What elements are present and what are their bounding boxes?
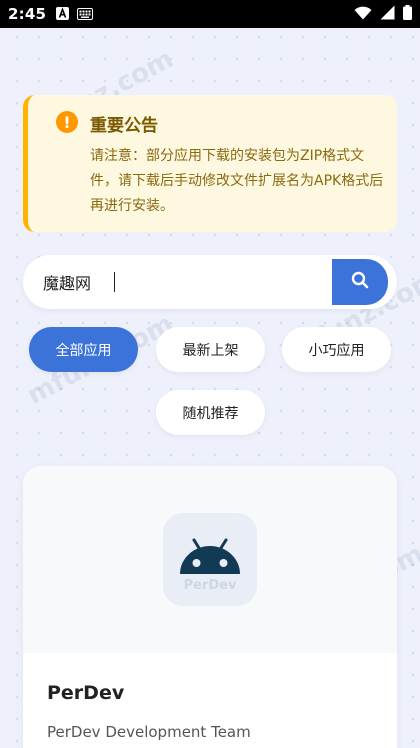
status-left-icons <box>56 5 94 24</box>
search-bar <box>23 255 397 309</box>
filter-newest-button[interactable]: 最新上架 <box>156 327 265 372</box>
announcement-body: 请注意：部分应用下载的安装包为ZIP格式文件，请下载后手动修改文件扩展名为APK… <box>90 148 384 214</box>
app-name: PerDev <box>47 682 125 704</box>
wifi-icon <box>354 5 372 24</box>
svg-text:PerDev: PerDev <box>184 578 237 593</box>
signal-icon <box>380 5 395 24</box>
filter-random-button[interactable]: 随机推荐 <box>156 390 265 435</box>
status-bar: 2:45 <box>0 0 420 28</box>
search-icon <box>351 271 369 293</box>
announcement-card: ! 重要公告 请注意：部分应用下载的安装包为ZIP格式文件，请下载后手动修改文件… <box>23 95 397 232</box>
filter-small-apps-button[interactable]: 小巧应用 <box>282 327 391 372</box>
filter-all-apps-button[interactable]: 全部应用 <box>29 327 138 372</box>
app-card[interactable]: PerDev PerDev PerDev Development Team <box>23 466 397 748</box>
search-input[interactable] <box>23 255 333 309</box>
app-card-hero: PerDev <box>23 466 397 653</box>
status-time: 2:45 <box>8 5 47 23</box>
text-cursor <box>114 272 115 292</box>
app-icon: PerDev <box>163 513 257 606</box>
keyboard-icon <box>77 5 94 24</box>
android-icon: PerDev <box>180 538 240 593</box>
app-developer: PerDev Development Team <box>47 723 251 741</box>
notification-a-icon <box>56 5 70 24</box>
search-button[interactable] <box>332 259 388 305</box>
battery-icon <box>403 4 412 24</box>
warning-icon: ! <box>56 111 78 133</box>
status-right-icons <box>354 4 412 24</box>
announcement-title: 重要公告 <box>90 116 158 136</box>
